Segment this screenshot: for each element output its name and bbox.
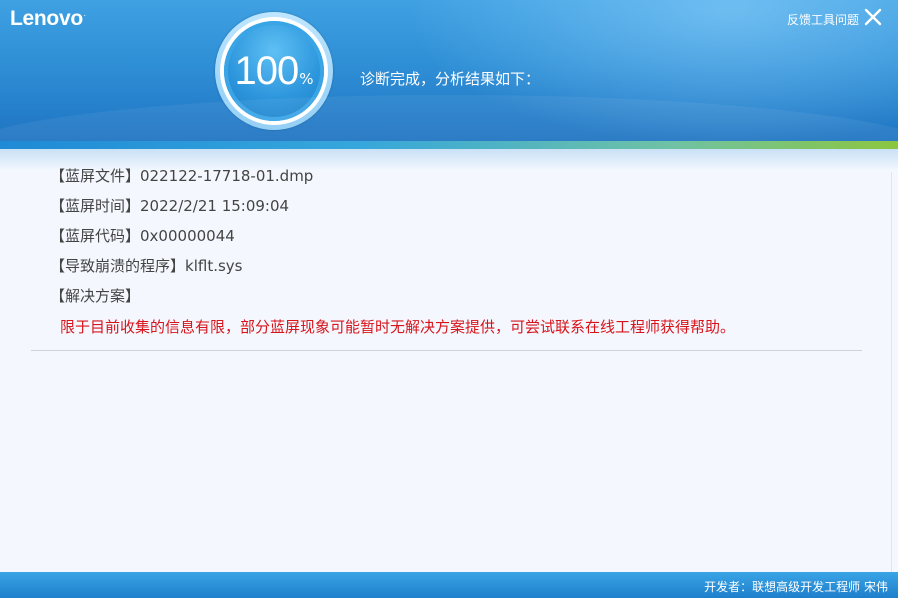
scrollbar[interactable]	[891, 172, 892, 572]
accent-strip	[0, 141, 898, 149]
result-row-file: 【蓝屏文件】022122-17718-01.dmp	[50, 165, 313, 186]
progress-percent: 100%	[224, 21, 324, 121]
row-label: 【导致崩溃的程序】	[50, 257, 186, 275]
progress-unit: %	[299, 70, 314, 88]
diagnostic-window: Lenovo. 反馈工具问题 100% 诊断完成，分析结果如下： 【蓝屏文件】0…	[0, 0, 898, 598]
row-label: 【蓝屏时间】	[50, 197, 141, 215]
result-row-program: 【导致崩溃的程序】klflt.sys	[50, 255, 242, 276]
divider	[31, 350, 862, 351]
row-label: 【蓝屏代码】	[50, 227, 141, 245]
row-value: 022122-17718-01.dmp	[140, 167, 314, 185]
footer-bar: 开发者：联想高级开发工程师 宋伟	[0, 572, 898, 598]
lenovo-logo: Lenovo.	[10, 7, 86, 30]
row-label: 【蓝屏文件】	[50, 167, 141, 185]
solution-text: 限于目前收集的信息有限，部分蓝屏现象可能暂时无解决方案提供，可尝试联系在线工程师…	[60, 318, 736, 336]
status-text: 诊断完成，分析结果如下：	[360, 70, 541, 88]
row-label: 【解决方案】	[50, 287, 141, 305]
developer-credit: 开发者：联想高级开发工程师 宋伟	[704, 580, 888, 594]
header-banner: Lenovo. 反馈工具问题 100% 诊断完成，分析结果如下：	[0, 0, 898, 142]
progress-value: 100	[234, 48, 299, 93]
result-row-solution: 【解决方案】	[50, 285, 140, 306]
row-value: klflt.sys	[185, 257, 243, 275]
result-row-code: 【蓝屏代码】0x00000044	[50, 225, 235, 246]
row-value: 2022/2/21 15:09:04	[140, 197, 290, 215]
result-row-time: 【蓝屏时间】2022/2/21 15:09:04	[50, 195, 289, 216]
row-value: 0x00000044	[140, 227, 235, 245]
close-icon[interactable]	[864, 8, 882, 26]
progress-ring: 100%	[215, 12, 333, 130]
feedback-link[interactable]: 反馈工具问题	[787, 11, 859, 28]
